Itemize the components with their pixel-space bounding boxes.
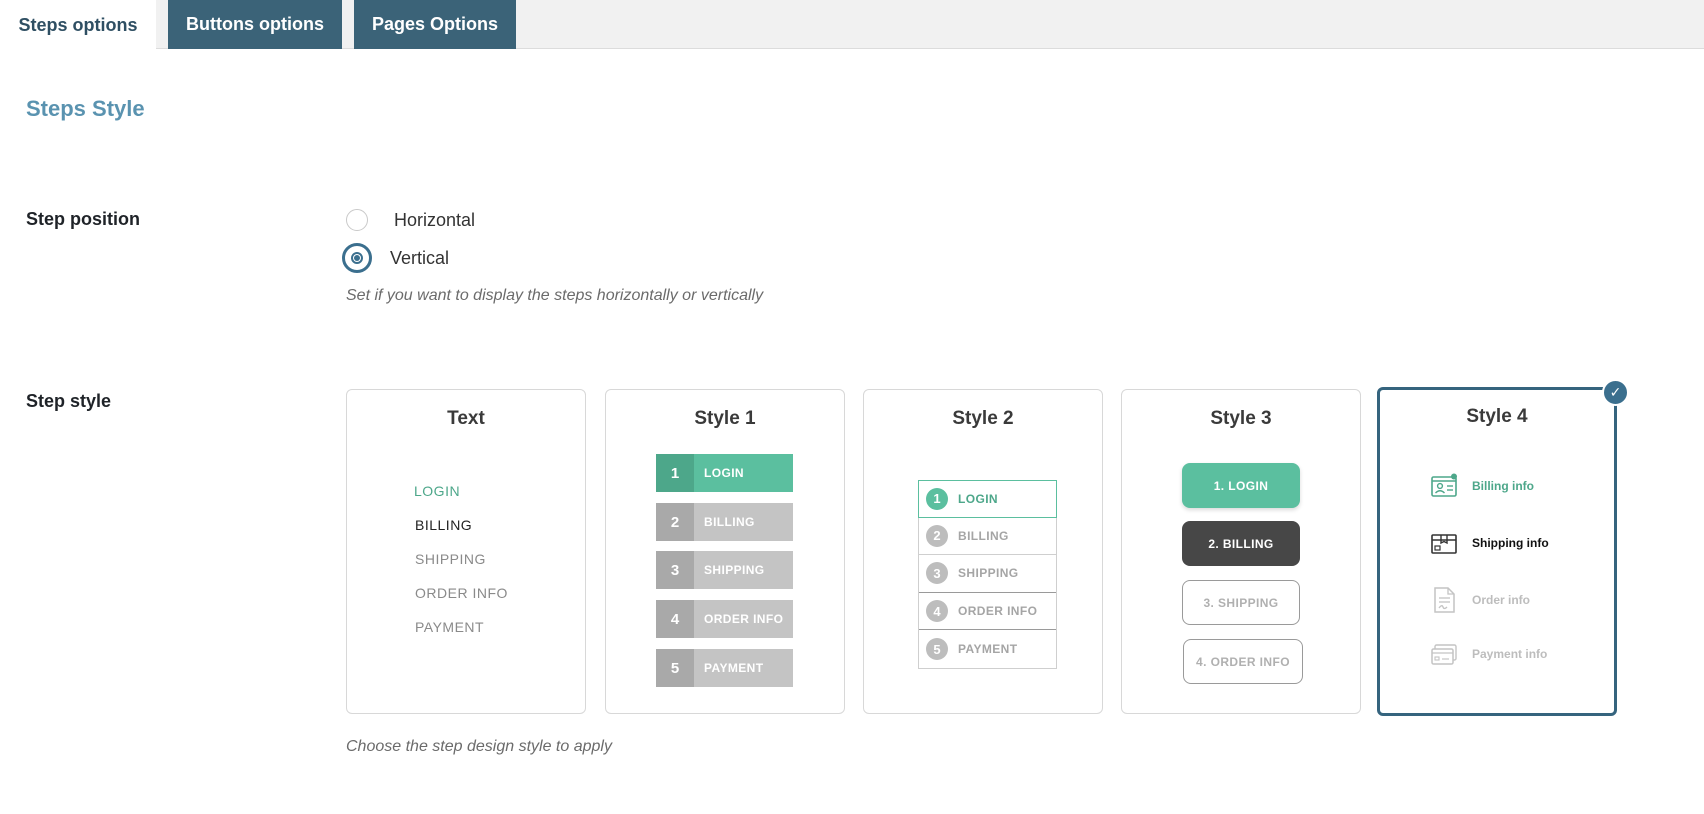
step-number: 4 [926,600,948,623]
style2-step: 2 BILLING [919,518,1056,556]
card-title: Style 1 [694,408,756,429]
step-label: LOGIN [694,454,793,492]
step-number: 5 [926,638,948,661]
style2-step: 3 SHIPPING [919,555,1056,593]
section-title: Steps Style [26,96,145,121]
style1-step: 2 BILLING [656,503,793,541]
step-label: PAYMENT [694,649,793,687]
style1-step: 3 SHIPPING [656,551,793,589]
payment-card-icon [1431,644,1457,665]
style-card-style-3[interactable]: Style 3 1. LOGIN 2. BILLING 3. SHIPPING … [1121,389,1361,714]
tab-pages-options[interactable]: Pages Options [354,0,516,49]
style1-step: 5 PAYMENT [656,649,793,687]
radio-horizontal-option[interactable]: Horizontal [346,209,475,231]
style2-step-list: 1 LOGIN 2 BILLING 3 SHIPPING 4 ORDER INF… [918,480,1057,669]
step-label: LOGIN [958,491,998,506]
step-number: 1 [926,487,948,510]
style3-step: 2. BILLING [1182,521,1300,566]
step-label: PAYMENT [958,642,1018,657]
selected-check-icon: ✓ [1602,379,1629,406]
tab-buttons-options[interactable]: Buttons options [168,0,342,49]
step-number: 2 [656,503,694,541]
style-card-style-4[interactable]: Style 4 Billing info Shipping info Order… [1377,387,1617,716]
style3-step: 1. LOGIN [1182,463,1300,508]
step-number: 2 [926,524,948,547]
style3-step: 3. SHIPPING [1182,580,1300,625]
step-label: BILLING [694,503,793,541]
style3-step: 4. ORDER INFO [1183,639,1303,684]
style1-step: 4 ORDER INFO [656,600,793,638]
step-label: Shipping info [1472,536,1549,550]
style1-step: 1 LOGIN [656,454,793,492]
card-title: Style 3 [1210,408,1272,429]
radio-vertical-option[interactable]: Vertical [342,243,449,273]
radio-vertical-label[interactable]: Vertical [390,248,449,269]
step-label: Payment info [1472,647,1548,661]
radio-horizontal[interactable] [346,209,368,231]
style-card-text[interactable]: Text LOGIN BILLING SHIPPING ORDER INFO P… [346,389,586,714]
step-label: ORDER INFO [694,600,793,638]
style-card-style-1[interactable]: Style 1 1 LOGIN 2 BILLING 3 SHIPPING 4 O… [605,389,845,714]
tab-bar: Steps options Buttons options Pages Opti… [0,0,1704,50]
step-label: ORDER INFO [958,604,1038,619]
tab-steps-options[interactable]: Steps options [0,0,156,50]
billing-card-icon [1431,473,1457,497]
step-number: 4 [656,600,694,638]
step-label: BILLING [958,528,1009,543]
order-document-icon [1434,587,1455,613]
card-title: Style 2 [952,408,1014,429]
step-label: SHIPPING [958,566,1019,581]
step-position-label: Step position [26,209,140,229]
step-position-hint: Set if you want to display the steps hor… [346,287,764,304]
radio-vertical[interactable] [342,243,372,273]
step-number: 3 [926,562,948,585]
radio-horizontal-label[interactable]: Horizontal [394,210,475,231]
text-step-item: PAYMENT [415,619,485,635]
text-step-item: SHIPPING [415,551,486,567]
step-label: SHIPPING [694,551,793,589]
card-title: Text [447,408,485,429]
step-label: Billing info [1472,479,1534,493]
text-step-item: ORDER INFO [415,585,508,601]
style2-step: 1 LOGIN [918,480,1057,518]
shipping-box-icon [1431,534,1457,554]
step-style-hint: Choose the step design style to apply [346,738,612,755]
card-title: Style 4 [1466,406,1528,427]
style2-step: 4 ORDER INFO [919,593,1056,631]
step-style-label: Step style [26,391,112,411]
step-number: 5 [656,649,694,687]
style-card-style-2[interactable]: Style 2 1 LOGIN 2 BILLING 3 SHIPPING 4 O… [863,389,1103,714]
step-number: 3 [656,551,694,589]
text-step-item: BILLING [415,517,473,533]
text-step-item: LOGIN [414,483,461,499]
style4-step: Order info [1430,586,1530,614]
step-label: Order info [1472,593,1531,607]
style4-step: Payment info [1430,640,1547,668]
step-number: 1 [656,454,694,492]
style4-step: Billing info [1430,472,1534,500]
style2-step: 5 PAYMENT [919,630,1056,668]
style4-step: Shipping info [1430,529,1549,557]
